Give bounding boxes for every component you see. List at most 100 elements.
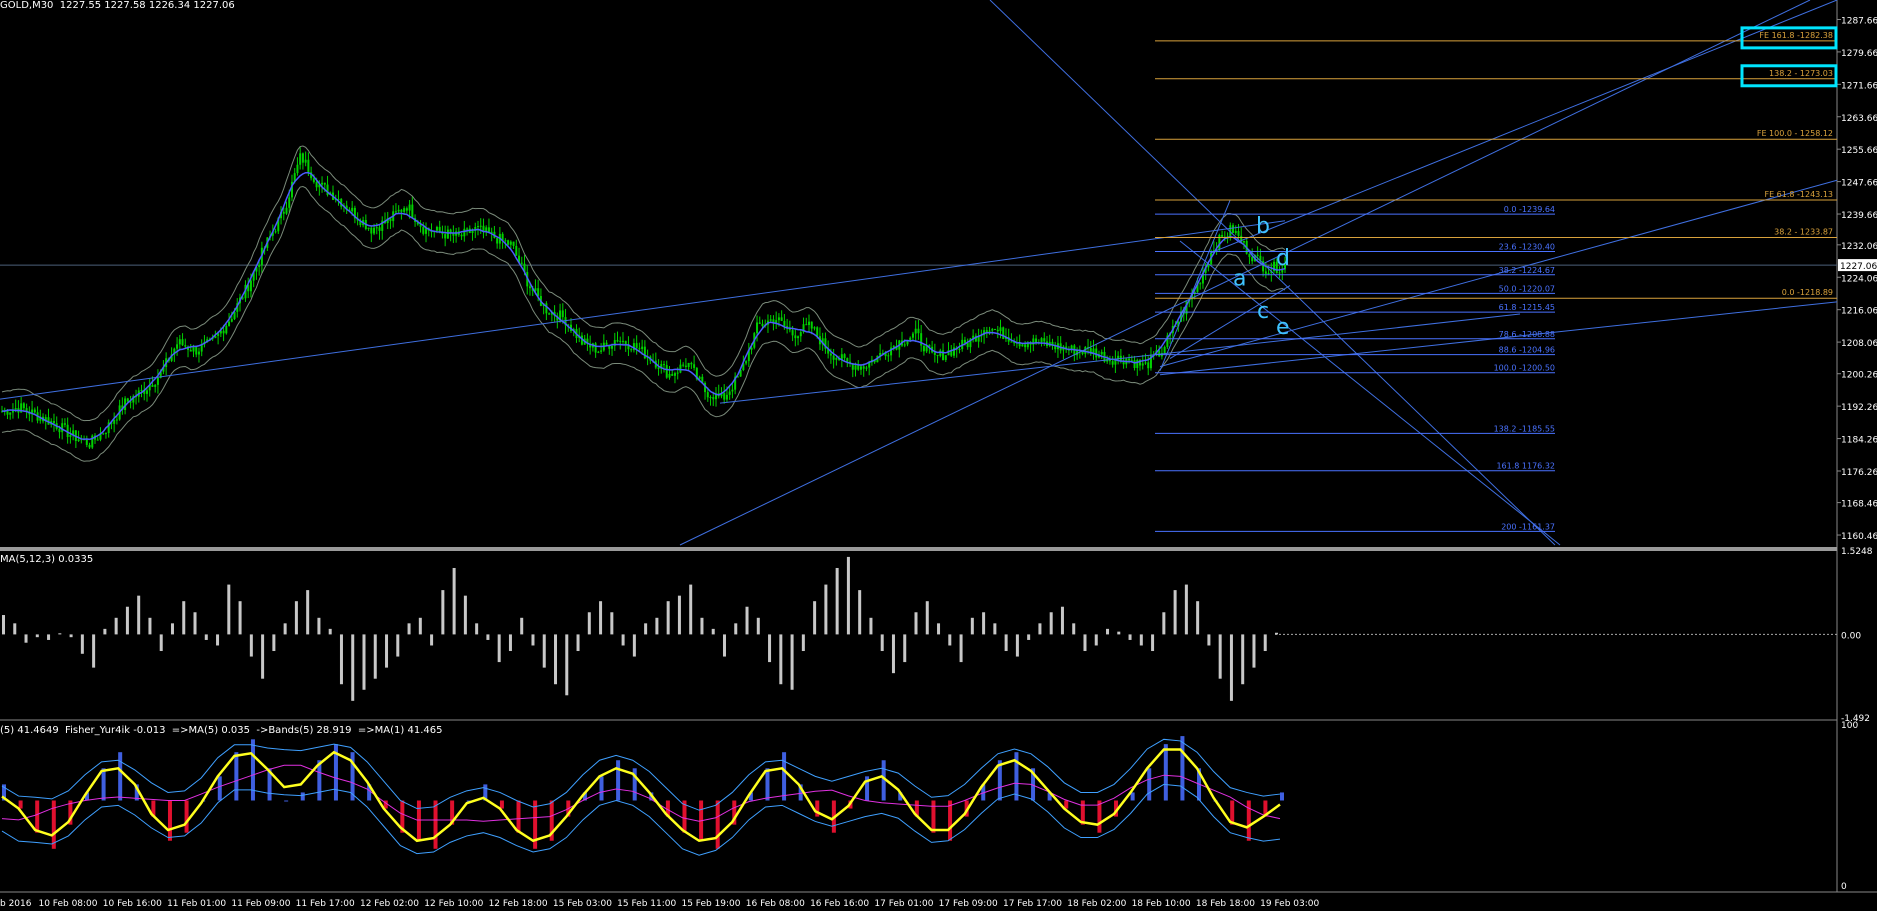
candle-body (1100, 351, 1103, 355)
fisher-band-upper (1, 738, 1281, 811)
fibo-retrace-label: 200 -1161.37 (1501, 522, 1555, 531)
fibo-expansion-label: 38.2 - 1233.87 (1774, 227, 1833, 236)
fibo-retrace-label: 38.2 -1224.67 (1499, 266, 1555, 275)
candle-body (780, 317, 783, 321)
panel-separator (0, 547, 1837, 551)
osma-bar (1083, 634, 1087, 652)
osma-bar (1049, 612, 1053, 635)
osma-bar (283, 623, 287, 635)
x-tick-label: 15 Feb 11:00 (617, 899, 676, 909)
osma-bar (1241, 634, 1245, 685)
osma-bar (125, 606, 129, 635)
candle-body (657, 367, 660, 369)
fisher-bar (101, 768, 106, 801)
osma-bar (1162, 612, 1166, 635)
osma-bar (880, 634, 884, 652)
candle-body (88, 444, 91, 448)
candle-body (944, 355, 947, 360)
osma-bar (1252, 634, 1256, 668)
candle-body (189, 349, 192, 352)
candle-body (805, 324, 808, 326)
candle-body (597, 351, 600, 353)
candle-body (690, 362, 693, 365)
osma-bar (1218, 634, 1222, 679)
osma-bar (644, 623, 648, 635)
osma-bar (2, 615, 5, 635)
fisher-bar (433, 800, 438, 849)
candle-body (1133, 360, 1136, 368)
candle-body (671, 373, 674, 376)
fisher-bar (616, 760, 621, 801)
fibo-retrace-label: 88.6 -1204.96 (1499, 346, 1555, 355)
candle-body (154, 384, 157, 387)
candle-body (706, 392, 709, 398)
candle-body (225, 325, 228, 334)
candle-body (323, 182, 326, 185)
candle-body (1264, 271, 1267, 274)
candle-body (728, 391, 731, 395)
candle-body (939, 350, 942, 356)
fibo-retrace-label: 161.8 1176.32 (1496, 462, 1555, 471)
fisher-bar (250, 739, 255, 801)
ma-line (1, 171, 1286, 441)
osma-bar (745, 606, 749, 635)
osma-bar (351, 634, 355, 701)
candle-body (1040, 338, 1043, 343)
candle-body (1010, 341, 1013, 343)
candle-body (466, 228, 469, 230)
osma-bar (1173, 590, 1177, 635)
x-tick-label: 18 Feb 18:00 (1196, 899, 1255, 909)
osma-bar (69, 634, 73, 638)
candle-body (903, 344, 906, 346)
osma-bar (655, 617, 659, 635)
candle-body (854, 365, 857, 370)
candle-body (638, 348, 641, 350)
x-tick-label: 12 Feb 10:00 (424, 899, 483, 909)
candle-body (1141, 363, 1144, 366)
candle-body (933, 352, 936, 355)
osma-bar (58, 633, 62, 635)
candle-body (1267, 272, 1270, 274)
fisher-bar (167, 800, 172, 841)
candle-body (1144, 362, 1147, 364)
osma-bar (768, 634, 772, 663)
candle-body (641, 346, 644, 349)
candle-body (400, 209, 403, 212)
wave-label-c: c (1257, 299, 1269, 324)
candle-body (723, 392, 726, 400)
candle-body (249, 280, 252, 292)
osma-bar (47, 634, 51, 640)
x-tick-label: 17 Feb 01:00 (874, 899, 933, 909)
candle-body (794, 335, 797, 339)
candle-body (1234, 230, 1237, 234)
osma-bar (103, 628, 107, 635)
fisher-bar (416, 800, 421, 841)
candle-body (102, 433, 105, 435)
candle-body (307, 159, 310, 173)
y-tick-label: 1160.46 (1841, 532, 1877, 542)
y-tick-label: 1239.66 (1841, 211, 1877, 221)
candle-body (808, 321, 811, 325)
candle-body (561, 310, 564, 318)
osma-title: MA(5,12,3) 0.0335 (0, 554, 94, 565)
candle-body (619, 340, 622, 342)
fisher-bar (715, 800, 720, 849)
osma-bar (554, 634, 558, 685)
osma-bar (689, 584, 693, 635)
fisher-bar (1246, 800, 1251, 841)
osma-bar (520, 617, 524, 635)
osma-bar (441, 590, 445, 635)
bollinger-lower (1, 186, 1286, 462)
x-tick-label: 18 Feb 10:00 (1132, 899, 1191, 909)
candle-body (673, 373, 676, 376)
osma-bar (959, 634, 963, 663)
osma-tick-label: 1.5248 (1841, 547, 1873, 557)
candle-body (1095, 348, 1098, 358)
candle-body (370, 227, 373, 234)
osma-bar (1229, 634, 1233, 701)
fibo-expansion-label: FE 61.8 -1243.13 (1764, 190, 1833, 199)
x-tick-label: 19 Feb 03:00 (1260, 899, 1319, 909)
candle-body (528, 286, 531, 289)
bollinger-upper (1, 145, 1286, 422)
candle-body (1002, 327, 1005, 339)
